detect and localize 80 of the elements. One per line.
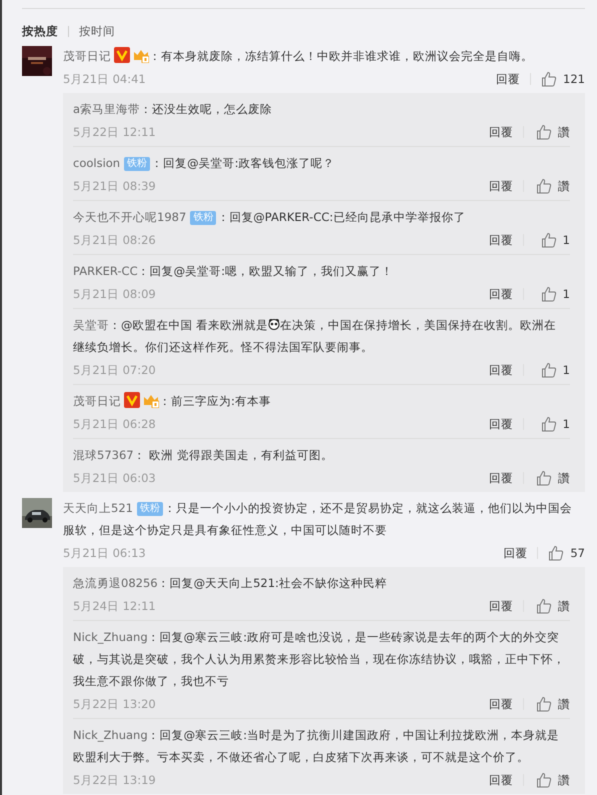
comment-text: Nick_Zhuang：回复@寒云三岐:当时是为了抗衡川建国政府，中国让利拉拢欧洲，本身就是欧盟利大于弊。亏本买卖，不做还省心了呢，白皮猪下次再来谈，可不就是这个价了。 [73,727,560,766]
user-name[interactable]: coolsion [73,156,120,170]
comment-text: 茂哥日记 ：有本身就废除，冻结算什么！中欧并非谁求谁，欧洲议会完全是自嗨。 [63,46,534,65]
verified-icon [124,392,140,408]
thumbs-up-icon [536,470,552,486]
like-button[interactable]: 讚 [534,178,570,194]
thumbs-up-icon [540,416,557,432]
fan-badge: 铁粉 [190,211,216,225]
comment-time: 5月22日 13:19 [73,772,157,788]
like-button[interactable]: 讚 [534,124,570,140]
like-button[interactable]: 1 [534,416,570,432]
fan-badge: 铁粉 [136,502,163,516]
thumbs-up-icon [548,545,564,561]
reply-link[interactable]: 回覆 [496,72,520,86]
user-name[interactable]: 茂哥日记 [63,49,111,63]
user-name[interactable]: 今天也不开心呢1987 [73,210,186,224]
comment-text: 天天向上521 铁粉 ：只是一个小小的投资协定，还不是贸易协定，就这么装逼，他们以为中国会服软，但是这个协定只是具有象征性意义，中国可以随时不要 [63,500,573,539]
reply-link[interactable]: 回覆 [489,286,513,302]
user-name[interactable]: Nick_Zhuang [73,728,148,742]
comment-time: 5月21日 04:41 [63,72,147,86]
sort-tab[interactable]: 按时间 [79,24,115,38]
thumbs-up-icon [536,178,552,194]
thumbs-up-icon [536,696,552,712]
like-button[interactable]: 121 [541,71,585,87]
thumbs-up-icon [540,286,557,302]
comment-time: 5月21日 06:03 [73,470,157,486]
like-button[interactable]: 57 [548,545,585,561]
user-name[interactable]: 吴堂哥 [73,318,109,332]
verified-icon [114,47,130,63]
thumbs-up-icon [536,598,552,614]
reply-link[interactable]: 回覆 [489,772,513,788]
comment-text: 急流勇退08256：回复@天天向上521:社会不缺你这种民粹 [73,575,388,592]
reply-link[interactable]: 回覆 [489,416,513,432]
comment-text: PARKER-CC：回复@吴堂哥:嗯，欧盟又输了，我们又赢了！ [73,263,394,280]
comment-text: coolsion 铁粉 ：回复@吴堂哥:政客钱包涨了呢？ [73,155,336,173]
like-button[interactable]: 讚 [534,772,570,788]
like-button[interactable]: 1 [534,362,570,378]
user-name[interactable]: 茂哥日记 [73,394,121,408]
comment-time: 5月22日 13:20 [73,696,157,712]
reply-link[interactable]: 回覆 [489,696,513,712]
like-button[interactable]: 1 [534,286,570,302]
like-button[interactable]: 讚 [534,470,570,486]
comment-text: 今天也不开心呢1987 铁粉 ：回复@PARKER-CC:已经向昆承中学举报你了 [73,209,466,227]
comment-time: 5月21日 08:26 [73,232,157,248]
comment-text: Nick_Zhuang：回复@寒云三岐:政府可是啥也没说，是一些砖家说是去年的两个大的外交突破，与其说是突破，我个人认为用累赘来形容比较恰当，现在你冻结协议，哦豁，正中下怀，我生意不跟你做了，我也不亏 [73,629,566,690]
reply-link[interactable]: 回覆 [489,362,513,378]
sort-tab[interactable]: 按热度 [22,24,58,38]
reply-link[interactable]: 回覆 [489,178,513,194]
thumbs-up-icon [540,232,557,248]
comment-text: 混球57367： 欧洲 觉得跟美国走，有利益可图。 [73,447,334,464]
comment-text: 吴堂哥：@欧盟在中国 看来欧洲就是 在决策，中国在保持增长，美国保持在收割。欧洲在继续负增长。你们还这样作死。怪不得法国军队要闹事。 [73,317,558,356]
comment-text: 茂哥日记 ：前三字应为:有本事 [73,391,272,410]
comment-time: 5月21日 06:13 [63,546,147,560]
comment-time: 5月21日 07:20 [73,362,157,378]
thumbs-up-icon [541,71,558,87]
reply-link[interactable]: 回覆 [503,546,528,560]
bear-emoji-icon [268,318,280,330]
thumbs-up-icon [540,362,557,378]
user-name[interactable]: 混球57367 [73,448,134,462]
user-name[interactable]: 天天向上521 [63,501,133,515]
reply-link[interactable]: 回覆 [489,232,513,248]
comment-time: 5月21日 08:09 [73,286,157,302]
like-button[interactable]: 讚 [534,696,570,712]
user-name[interactable]: 急流勇退08256 [73,576,158,590]
comment-time: 5月22日 12:11 [73,124,157,140]
comment-time: 5月24日 12:11 [73,598,157,614]
fan-badge: 铁粉 [124,157,150,171]
user-name[interactable]: a索马里海带 [73,102,140,116]
comment-text: a索马里海带：还没生效呢，怎么废除 [73,101,274,118]
user-name[interactable]: PARKER-CC [73,264,138,278]
thumbs-up-icon [536,772,552,788]
comment-time: 5月21日 06:28 [73,416,157,432]
like-button[interactable]: 讚 [534,598,570,614]
thumbs-up-icon [536,124,552,140]
comment-time: 5月21日 08:39 [73,178,157,194]
like-button[interactable]: 1 [534,232,570,248]
reply-link[interactable]: 回覆 [489,598,513,614]
user-name[interactable]: Nick_Zhuang [73,630,148,644]
reply-link[interactable]: 回覆 [489,470,513,486]
reply-link[interactable]: 回覆 [489,124,513,140]
